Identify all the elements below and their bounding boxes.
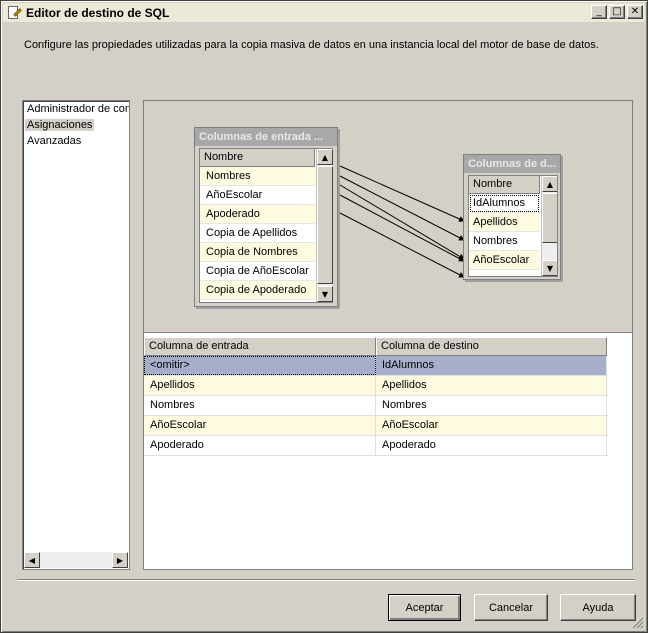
mapping-line [339,165,465,222]
title-bar[interactable]: Editor de destino de SQL _ □ ✕ [3,3,645,22]
input-columns-table[interactable]: Columnas de entrada ... Nombre Nombres A… [194,127,338,307]
input-cell[interactable]: AñoEscolar [144,416,376,435]
input-name-header: Nombre [200,149,315,167]
scroll-left-arrow-icon[interactable]: ◀ [24,552,40,568]
input-column-item[interactable]: Apoderado [200,205,315,224]
input-column-item[interactable]: AñoEscolar [200,186,315,205]
maximize-button[interactable]: □ [609,5,625,19]
scroll-track[interactable] [40,552,112,568]
scroll-thumb[interactable] [317,166,333,284]
window-title: Editor de destino de SQL [26,5,170,20]
destination-cell[interactable]: Nombres [376,396,607,415]
mapping-line [339,194,465,262]
input-columns-list[interactable]: Nombre Nombres AñoEscolar Apoderado Copi… [199,148,333,303]
close-button[interactable]: ✕ [627,5,643,19]
app-icon [7,5,22,20]
scroll-up-arrow-icon[interactable]: ▲ [317,149,333,165]
scroll-right-arrow-icon[interactable]: ▶ [112,552,128,568]
input-table-scrollbar[interactable]: ▲ ▼ [316,149,333,302]
input-column-item[interactable]: Copia de Apoderado [200,281,315,300]
sidebar-item-advanced[interactable]: Avanzadas [23,133,129,149]
input-cell[interactable]: <omitir> [144,356,376,375]
help-button[interactable]: Ayuda [560,594,636,621]
input-column-item[interactable]: Nombres [200,167,315,186]
mapping-line [339,175,465,241]
destination-cell[interactable]: Apellidos [376,376,607,395]
destination-name-header: Nombre [469,176,540,194]
ok-button[interactable]: Aceptar [388,594,461,621]
input-cell[interactable]: Apellidos [144,376,376,395]
table-row[interactable]: <omitir> IdAlumnos [144,356,608,376]
destination-column-item[interactable]: Apellidos [469,213,540,232]
table-row[interactable]: Apellidos Apellidos [144,376,608,396]
grid-header-input-column[interactable]: Columna de entrada [144,337,376,356]
sidebar-nav: Administrador de conexiones Asignaciones… [22,100,130,570]
mapping-grid[interactable]: Columna de entrada Columna de destino <o… [144,337,608,456]
destination-table-title[interactable]: Columnas de d... [464,155,560,173]
mapping-diagram[interactable]: Columnas de entrada ... Nombre Nombres A… [144,101,632,333]
description-text: Configure las propiedades utilizadas par… [24,39,599,51]
mapping-line [339,184,465,260]
destination-columns-table[interactable]: Columnas de d... Nombre IdAlumnos Apelli… [463,154,561,280]
input-cell[interactable]: Apoderado [144,436,376,455]
input-column-item[interactable]: Copia de Apellidos [200,224,315,243]
input-column-item[interactable]: Copia de AñoEscolar [200,262,315,281]
scroll-down-arrow-icon[interactable]: ▼ [317,286,333,302]
destination-columns-list[interactable]: Nombre IdAlumnos Apellidos Nombres AñoEs… [468,175,558,277]
scroll-up-arrow-icon[interactable]: ▲ [542,176,557,192]
resize-grip-icon[interactable] [632,617,644,629]
grid-header-destination-column[interactable]: Columna de destino [376,337,607,356]
input-column-item[interactable]: Copia de Nombres [200,243,315,262]
destination-column-item[interactable]: AñoEscolar [469,251,540,270]
destination-column-item[interactable]: IdAlumnos [469,194,540,213]
destination-cell[interactable]: IdAlumnos [376,356,607,375]
sidebar-item-mappings[interactable]: Asignaciones [23,117,129,133]
scroll-thumb[interactable] [542,193,557,243]
table-row[interactable]: Nombres Nombres [144,396,608,416]
input-cell[interactable]: Nombres [144,396,376,415]
mappings-panel: Columnas de entrada ... Nombre Nombres A… [143,100,633,570]
sql-destination-editor-window: Editor de destino de SQL _ □ ✕ Configure… [0,0,648,633]
mapping-line [339,212,465,278]
minimize-button[interactable]: _ [591,5,607,19]
destination-table-scrollbar[interactable]: ▲ ▼ [541,176,557,276]
destination-cell[interactable]: AñoEscolar [376,416,607,435]
sidebar-item-connection-manager[interactable]: Administrador de conexiones [23,101,129,117]
sidebar-horizontal-scrollbar[interactable]: ◀ ▶ [24,552,128,568]
table-row[interactable]: AñoEscolar AñoEscolar [144,416,608,436]
divider [17,579,635,581]
table-row[interactable]: Apoderado Apoderado [144,436,608,456]
input-table-title[interactable]: Columnas de entrada ... [195,128,337,146]
destination-column-item[interactable]: Nombres [469,232,540,251]
cancel-button[interactable]: Cancelar [474,594,548,621]
destination-cell[interactable]: Apoderado [376,436,607,455]
scroll-down-arrow-icon[interactable]: ▼ [542,260,557,276]
